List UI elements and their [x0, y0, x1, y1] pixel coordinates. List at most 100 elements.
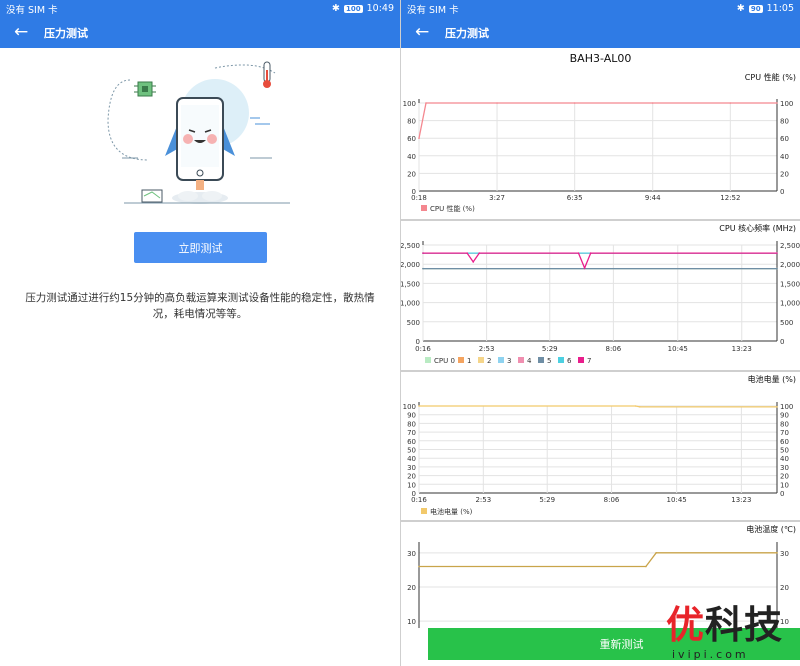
y-tick-label-left: 90 — [407, 412, 416, 420]
y-tick-label-right: 100 — [780, 403, 793, 411]
legend-label: CPU 性能 (%) — [430, 204, 475, 213]
clock: 11:05 — [766, 3, 794, 14]
y-tick-label-right: 500 — [780, 319, 793, 327]
chart-separator — [401, 219, 800, 221]
y-tick-label-right: 100 — [780, 100, 793, 108]
bluetooth-icon: ✱ — [332, 3, 340, 14]
watermark-logo: 优科技 — [666, 603, 784, 647]
start-test-button[interactable]: 立即测试 — [134, 232, 267, 263]
data-point — [478, 252, 481, 254]
y-tick-label-right: 30 — [780, 464, 789, 472]
y-tick-label-left: 2,500 — [401, 242, 420, 250]
app-bar: ← 压力测试 — [0, 17, 400, 48]
y-tick-label-right: 2,000 — [780, 261, 800, 269]
legend-swatch — [578, 357, 584, 363]
x-tick-label: 10:45 — [667, 496, 687, 504]
battery-icon: 90 — [748, 4, 763, 13]
y-tick-label-left: 1,000 — [401, 300, 420, 308]
y-tick-label-right: 90 — [780, 412, 789, 420]
y-tick-label-left: 20 — [407, 170, 416, 178]
data-point — [638, 406, 641, 408]
status-bar: 没有 SIM 卡 ✱ 90 11:05 — [401, 0, 800, 17]
cpu-performance-chart: CPU 性能 (%) 0 0 20 20 40 40 60 60 80 80 100 100 0:18 3… — [401, 72, 800, 218]
y-tick-label-right: 80 — [780, 118, 789, 126]
x-tick-label: 5:29 — [542, 345, 558, 353]
x-tick-label: 0:16 — [411, 496, 427, 504]
y-tick-label-left: 30 — [407, 550, 416, 558]
x-tick-label: 2:53 — [475, 496, 491, 504]
chart-title: 电池温度 (℃) — [746, 525, 796, 534]
x-tick-label: 8:06 — [605, 345, 621, 353]
y-tick-label-right: 20 — [780, 584, 789, 592]
y-tick-label-right: 20 — [780, 170, 789, 178]
rocket-phone-illustration — [107, 61, 290, 204]
results-screen: 没有 SIM 卡 ✱ 90 11:05 ← 压力测试 BAH3-AL00 CPU… — [401, 0, 800, 666]
data-point — [418, 137, 420, 139]
y-tick-label-left: 70 — [407, 429, 416, 437]
clock: 10:49 — [366, 3, 394, 14]
y-tick-label-right: 0 — [780, 490, 784, 498]
page-title: 压力测试 — [44, 26, 88, 40]
y-tick-label-right: 70 — [780, 429, 789, 437]
chart-separator — [401, 520, 800, 522]
x-tick-label: 10:45 — [668, 345, 688, 353]
x-tick-label: 9:44 — [645, 194, 661, 202]
y-tick-label-left: 40 — [407, 153, 416, 161]
legend-prefix: CPU 0 — [434, 357, 455, 365]
chart-title: CPU 核心频率 (MHz) — [719, 224, 796, 233]
back-arrow-icon[interactable]: ← — [415, 24, 445, 41]
data-point — [577, 252, 580, 254]
y-tick-label-left: 30 — [407, 464, 416, 472]
data-point — [776, 102, 778, 104]
y-tick-label-left: 500 — [407, 319, 420, 327]
legend-label: 4 — [527, 357, 532, 365]
chart-title: 电池电量 (%) — [747, 375, 796, 384]
y-tick-label-right: 2,500 — [780, 242, 800, 250]
carrier-label: 没有 SIM 卡 — [407, 4, 459, 16]
legend-swatch — [518, 357, 524, 363]
legend-label: 5 — [547, 357, 551, 365]
test-description: 压力测试通过进行约15分钟的高负载运算来测试设备性能的稳定性，散热情况，耗电情况… — [25, 292, 375, 320]
carrier-label: 没有 SIM 卡 — [6, 4, 58, 16]
y-tick-label-left: 50 — [407, 447, 416, 455]
data-point — [583, 267, 586, 269]
legend-swatch — [421, 508, 427, 514]
y-tick-label-left: 60 — [407, 135, 416, 143]
chart-separator — [401, 370, 800, 372]
y-tick-label-right: 1,000 — [780, 300, 800, 308]
watermark-url: ivipi.com — [672, 648, 749, 661]
data-point — [651, 102, 654, 104]
y-tick-label-right: 1,500 — [780, 280, 800, 288]
x-tick-label: 2:53 — [479, 345, 495, 353]
legend-swatch — [421, 205, 427, 211]
site-watermark: 优科技 ivipi.com — [662, 604, 800, 666]
y-tick-label-left: 2,000 — [401, 261, 420, 269]
y-tick-label-left: 10 — [407, 481, 416, 489]
data-point — [466, 252, 468, 254]
y-tick-label-right: 60 — [780, 135, 789, 143]
y-tick-label-right: 40 — [780, 153, 789, 161]
y-tick-label-left: 100 — [403, 403, 416, 411]
y-tick-label-right: 30 — [780, 550, 789, 558]
app-bar: ← 压力测试 — [401, 17, 800, 48]
legend-swatch — [498, 357, 504, 363]
data-point — [776, 552, 778, 554]
legend-label: 7 — [587, 357, 591, 365]
back-arrow-icon[interactable]: ← — [14, 24, 44, 41]
data-point — [418, 565, 420, 568]
y-tick-label-right: 60 — [780, 438, 789, 446]
battery-level-chart: 电池电量 (%) 0 0 10 10 20 20 30 30 40 40 50 50 60 60 70 70 8… — [401, 374, 800, 520]
y-tick-label-right: 0 — [780, 338, 784, 346]
data-point — [634, 405, 637, 407]
data-point — [496, 102, 498, 104]
y-tick-label-left: 20 — [407, 473, 416, 481]
y-tick-label-left: 80 — [407, 420, 416, 428]
legend-swatch — [538, 357, 544, 363]
bluetooth-icon: ✱ — [736, 3, 745, 14]
data-point — [776, 406, 778, 408]
data-point — [776, 267, 778, 270]
data-point — [418, 405, 420, 407]
data-point — [425, 102, 427, 104]
y-tick-label-right: 10 — [780, 481, 789, 489]
x-tick-label: 12:52 — [720, 194, 740, 202]
